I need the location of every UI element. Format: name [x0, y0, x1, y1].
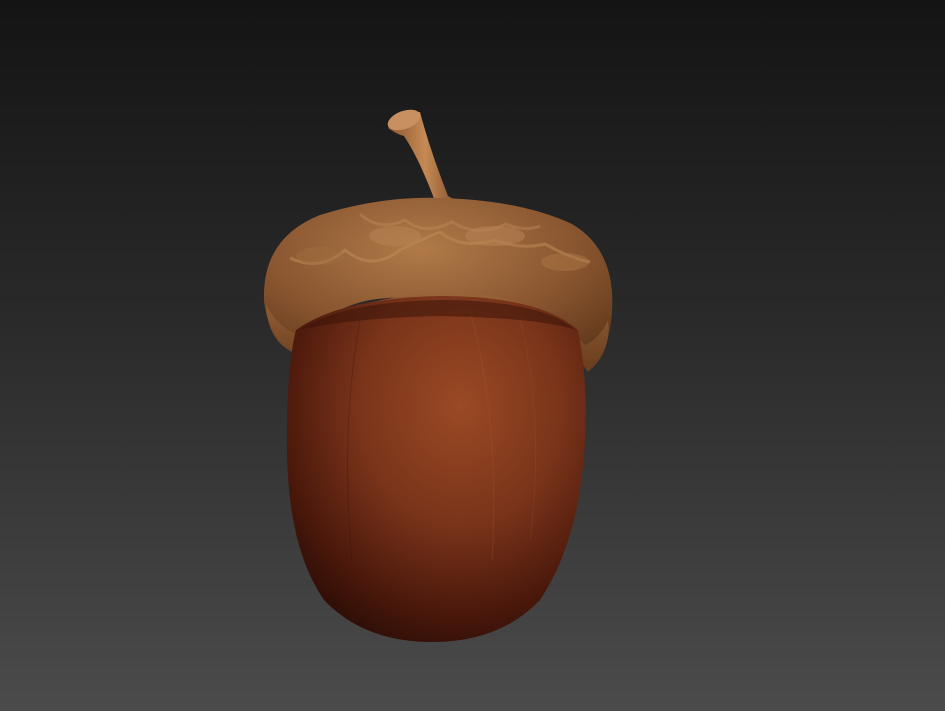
- 3d-viewport: [0, 0, 945, 711]
- acorn-render: [263, 109, 613, 642]
- acorn-nut: [286, 296, 586, 642]
- acorn-stem: [387, 109, 462, 207]
